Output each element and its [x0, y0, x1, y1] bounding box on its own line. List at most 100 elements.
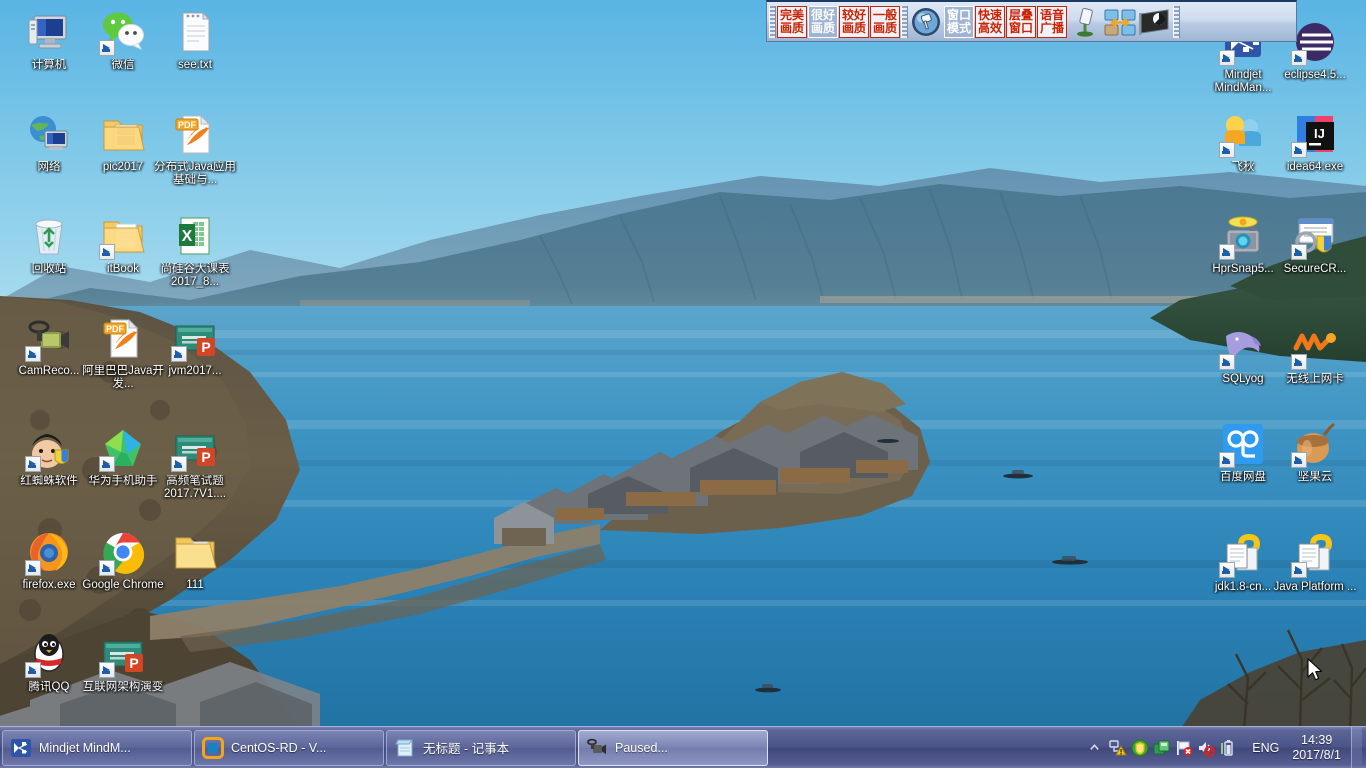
- quality-good-button[interactable]: 较好 画质: [839, 5, 869, 38]
- window-mode-label-bottom: 模式: [946, 20, 971, 35]
- folder-pictures-icon: [99, 110, 147, 158]
- quality-normal-label-bottom: 画质: [872, 20, 897, 35]
- chevron-up-icon[interactable]: [1085, 733, 1103, 763]
- taskbar: Mindjet MindM... CentOS-RD - V... 无标题 - …: [0, 726, 1366, 768]
- desktop-icon-111-folder[interactable]: 111: [152, 528, 238, 592]
- quality-verygood-label-top: 很好: [810, 7, 835, 22]
- shortcut-arrow-icon: [99, 244, 115, 260]
- desktop-icon-shangguigu-schedule[interactable]: X 尚硅谷大课表2017_8...: [152, 212, 238, 289]
- hypersnap-icon: [1219, 212, 1267, 260]
- cascade-window-button[interactable]: 层叠 窗口: [1006, 5, 1036, 38]
- quality-normal-button[interactable]: 一般 画质: [870, 5, 900, 38]
- cascade-window-label-bottom: 窗口: [1008, 20, 1033, 35]
- action-center-flag-icon[interactable]: [1175, 739, 1193, 757]
- toolbar-grip-middle[interactable]: [901, 5, 908, 38]
- network-share-icon[interactable]: [1153, 739, 1171, 757]
- folder-icon: [171, 528, 219, 576]
- toolbar-grip-right[interactable]: [1173, 5, 1180, 38]
- clock-time: 14:39: [1301, 732, 1333, 747]
- microphone-icon[interactable]: [1068, 5, 1102, 39]
- voice-broadcast-label-top: 语音: [1039, 7, 1064, 22]
- desktop-icon-label: 111: [186, 579, 204, 591]
- mindjet-icon: [10, 737, 32, 759]
- quality-verygood-button[interactable]: 很好 画质: [808, 5, 838, 38]
- nutstore-icon: [1291, 420, 1339, 468]
- camrecorder-icon: [25, 314, 73, 362]
- network-warning-icon[interactable]: [1109, 739, 1128, 757]
- shortcut-arrow-icon: [171, 346, 187, 362]
- shortcut-arrow-icon: [99, 40, 115, 56]
- desktop-icon-label: eclipse4.5...: [1284, 69, 1346, 81]
- computer-icon: [25, 8, 73, 56]
- folder-documents-icon: [99, 212, 147, 260]
- desktop-icon-securecrt[interactable]: SecureCR...: [1272, 212, 1358, 276]
- desktop-icon-see-txt[interactable]: see.txt: [152, 8, 238, 72]
- language-indicator[interactable]: ENG: [1243, 741, 1288, 755]
- shortcut-arrow-icon: [1291, 142, 1307, 158]
- quality-perfect-label-bottom: 画质: [779, 20, 804, 35]
- taskbar-button-label: CentOS-RD - V...: [231, 740, 327, 755]
- battery-icon[interactable]: [1219, 739, 1237, 757]
- vmware-icon: [202, 736, 224, 759]
- desktop-icon-gaopin-exam-ppt[interactable]: P 高频笔试题2017.7V1....: [152, 424, 238, 501]
- chm-help-file-icon: [1291, 530, 1339, 578]
- desktop-icon-nutstore[interactable]: 坚果云: [1272, 420, 1358, 484]
- clock[interactable]: 14:39 2017/8/1: [1288, 733, 1351, 763]
- svg-text:X: X: [182, 228, 193, 245]
- camrecorder-icon: [586, 737, 608, 759]
- baidu-netdisk-icon: [1219, 420, 1267, 468]
- shortcut-arrow-icon: [1291, 452, 1307, 468]
- flag-monitor-icon[interactable]: [1138, 5, 1172, 39]
- shortcut-arrow-icon: [1291, 354, 1307, 370]
- shortcut-arrow-icon: [99, 662, 115, 678]
- clock-date: 2017/8/1: [1292, 747, 1341, 762]
- desktop-icon-grid: 计算机 微信 see.txt 网络 pic2017 PDF 分布式Java应用基…: [0, 0, 1366, 730]
- network-icon: [25, 110, 73, 158]
- quality-good-label-bottom: 画质: [841, 20, 866, 35]
- security-shield-icon[interactable]: [1131, 739, 1149, 757]
- desktop-icon-java-platform-help[interactable]: Java Platform ...: [1272, 530, 1358, 594]
- desktop-icon-wireless-card[interactable]: 无线上网卡: [1272, 322, 1358, 386]
- desktop-icon-label: Java Platform ...: [1273, 581, 1357, 593]
- tray-icon-group: [1103, 739, 1243, 757]
- taskbar-button-label: Paused...: [615, 740, 668, 755]
- powerpoint-file-icon: P: [99, 630, 147, 678]
- pdf-file-icon: PDF: [171, 110, 219, 158]
- shortcut-arrow-icon: [1219, 50, 1235, 66]
- taskbar-button-label: 无标题 - 记事本: [423, 742, 510, 756]
- feiqiu-icon: [1219, 110, 1267, 158]
- shortcut-arrow-icon: [1219, 562, 1235, 578]
- toolbar-grip-left[interactable]: [769, 5, 776, 38]
- voice-broadcast-button[interactable]: 语音 广播: [1037, 5, 1067, 38]
- show-desktop-button[interactable]: [1351, 726, 1362, 768]
- quality-good-label-top: 较好: [841, 7, 866, 22]
- text-file-icon: [171, 8, 219, 56]
- window-mode-button[interactable]: 窗口 模式: [944, 5, 974, 38]
- taskbar-button-mindjet[interactable]: Mindjet MindM...: [2, 729, 192, 766]
- taskbar-button-camrecorder-paused[interactable]: Paused...: [578, 729, 768, 766]
- svg-text:P: P: [129, 655, 138, 671]
- wechat-icon: [99, 8, 147, 56]
- taskbar-button-notepad[interactable]: 无标题 - 记事本: [386, 729, 576, 766]
- svg-text:P: P: [201, 449, 210, 465]
- volume-muted-icon[interactable]: [1197, 739, 1216, 757]
- eclipse-icon: [1291, 18, 1339, 66]
- voice-broadcast-label-bottom: 广播: [1039, 20, 1064, 35]
- desktop-icon-internet-architecture-ppt[interactable]: P 互联网架构演变: [80, 630, 166, 694]
- taskbar-button-centos-vmware[interactable]: CentOS-RD - V...: [194, 729, 384, 766]
- quality-perfect-label-top: 完美: [779, 7, 804, 22]
- desktop-icon-label: 尚硅谷大课表2017_8...: [160, 263, 230, 288]
- pin-icon[interactable]: [909, 5, 943, 39]
- fast-efficient-button[interactable]: 快速 高效: [975, 5, 1005, 38]
- quality-perfect-button[interactable]: 完美 画质: [777, 5, 807, 38]
- desktop-icon-idea64[interactable]: IJ idea64.exe: [1272, 110, 1358, 174]
- shortcut-arrow-icon: [1219, 452, 1235, 468]
- screen-transfer-icon[interactable]: [1103, 5, 1137, 39]
- intellij-idea-icon: IJ: [1291, 110, 1339, 158]
- qq-icon: [25, 630, 73, 678]
- svg-text:P: P: [201, 339, 210, 355]
- desktop-icon-jvm2017-ppt[interactable]: P jvm2017...: [152, 314, 238, 378]
- desktop-icon-label: SecureCR...: [1283, 263, 1347, 275]
- desktop-icon-label: 分布式Java应用基础与...: [154, 161, 236, 186]
- desktop-icon-distributed-java-pdf[interactable]: PDF 分布式Java应用基础与...: [152, 110, 238, 187]
